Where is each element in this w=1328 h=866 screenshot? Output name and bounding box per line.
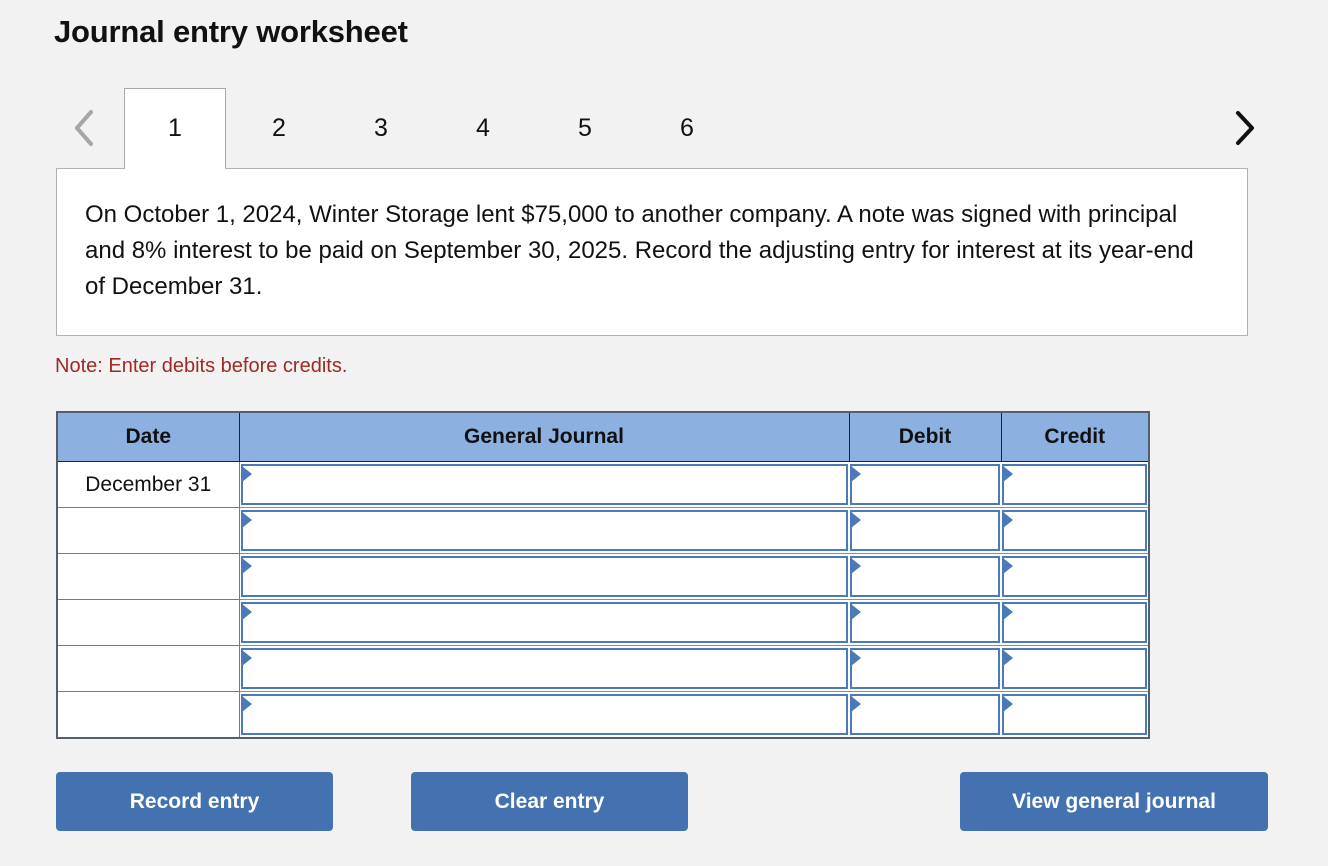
general-journal-input-row-2[interactable] — [240, 510, 848, 551]
debit-input-row-3[interactable] — [850, 556, 1000, 597]
table-row: December 31 — [56, 461, 1149, 508]
debit-input-row-4[interactable] — [850, 602, 1000, 643]
general-journal-input-row-5[interactable] — [240, 648, 848, 689]
credit-cell-row-6[interactable] — [1001, 691, 1149, 739]
credit-input-row-1[interactable] — [1002, 464, 1147, 505]
tab-1-label: 1 — [168, 114, 182, 142]
dropdown-triangle-icon — [241, 512, 252, 528]
debit-input-row-5[interactable] — [850, 648, 1000, 689]
general-journal-cell-row-6[interactable] — [239, 691, 849, 739]
dropdown-triangle-icon — [1003, 512, 1013, 528]
dropdown-triangle-icon — [851, 604, 861, 620]
record-entry-button[interactable]: Record entry — [56, 772, 333, 831]
next-page-button[interactable] — [1222, 88, 1266, 168]
date-cell-row-4[interactable] — [56, 599, 240, 646]
credit-input-row-6[interactable] — [1002, 694, 1147, 735]
dropdown-triangle-icon — [851, 512, 861, 528]
tab-4-label: 4 — [476, 113, 490, 142]
debit-cell-row-5[interactable] — [849, 645, 1001, 692]
date-cell-row-6[interactable] — [56, 691, 240, 739]
tab-2-label: 2 — [272, 113, 286, 142]
dropdown-triangle-icon — [241, 650, 252, 666]
credit-input-row-5[interactable] — [1002, 648, 1147, 689]
previous-page-button[interactable] — [62, 88, 106, 168]
credit-input-row-3[interactable] — [1002, 556, 1147, 597]
table-row — [56, 507, 1149, 554]
debit-cell-row-3[interactable] — [849, 553, 1001, 600]
general-journal-cell-row-3[interactable] — [239, 553, 849, 600]
debits-before-credits-note: Note: Enter debits before credits. — [55, 355, 348, 377]
tab-2[interactable]: 2 — [228, 88, 330, 168]
debit-cell-row-6[interactable] — [849, 691, 1001, 739]
dropdown-triangle-icon — [241, 604, 252, 620]
general-journal-input-row-1[interactable] — [240, 464, 848, 505]
credit-cell-row-3[interactable] — [1001, 553, 1149, 600]
table-header-row: Date General Journal Debit Credit — [56, 411, 1150, 462]
question-text: On October 1, 2024, Winter Storage lent … — [85, 201, 1194, 300]
dropdown-triangle-icon — [1003, 604, 1013, 620]
column-header-date: Date — [56, 411, 240, 462]
date-cell-row-3[interactable] — [56, 553, 240, 600]
general-journal-cell-row-2[interactable] — [239, 507, 849, 554]
table-row — [56, 691, 1149, 739]
tab-1[interactable]: 1 — [124, 88, 226, 169]
general-journal-cell-row-4[interactable] — [239, 599, 849, 646]
general-journal-cell-row-5[interactable] — [239, 645, 849, 692]
table-row — [56, 553, 1149, 600]
journal-entry-worksheet-page: Journal entry worksheet 1 2 3 4 5 6 On O… — [0, 0, 1328, 866]
credit-cell-row-1[interactable] — [1001, 461, 1149, 508]
view-general-journal-button[interactable]: View general journal — [960, 772, 1268, 831]
debit-input-row-6[interactable] — [850, 694, 1000, 735]
date-cell-row-1[interactable]: December 31 — [56, 461, 240, 508]
tab-4[interactable]: 4 — [432, 88, 534, 168]
credit-cell-row-2[interactable] — [1001, 507, 1149, 554]
tab-5-label: 5 — [578, 113, 592, 142]
date-cell-row-5[interactable] — [56, 645, 240, 692]
general-journal-input-row-3[interactable] — [240, 556, 848, 597]
date-cell-row-2[interactable] — [56, 507, 240, 554]
worksheet-tab-strip: 1 2 3 4 5 6 — [54, 88, 1274, 170]
debit-cell-row-2[interactable] — [849, 507, 1001, 554]
tab-6[interactable]: 6 — [636, 88, 738, 168]
column-header-general-journal: General Journal — [238, 411, 850, 462]
chevron-left-icon — [71, 108, 97, 148]
dropdown-triangle-icon — [241, 696, 252, 712]
table-row — [56, 599, 1149, 646]
chevron-right-icon — [1231, 108, 1257, 148]
general-journal-input-row-6[interactable] — [240, 694, 848, 735]
question-panel: On October 1, 2024, Winter Storage lent … — [56, 168, 1248, 336]
dropdown-triangle-icon — [1003, 650, 1013, 666]
tab-6-label: 6 — [680, 113, 694, 142]
tab-3[interactable]: 3 — [330, 88, 432, 168]
clear-entry-button[interactable]: Clear entry — [411, 772, 688, 831]
page-title: Journal entry worksheet — [54, 14, 408, 49]
debit-input-row-1[interactable] — [850, 464, 1000, 505]
credit-cell-row-5[interactable] — [1001, 645, 1149, 692]
tab-5[interactable]: 5 — [534, 88, 636, 168]
column-header-credit: Credit — [1000, 411, 1150, 462]
credit-input-row-2[interactable] — [1002, 510, 1147, 551]
dropdown-triangle-icon — [851, 696, 861, 712]
general-journal-input-row-4[interactable] — [240, 602, 848, 643]
journal-entry-table: Date General Journal Debit Credit Decemb… — [56, 411, 1150, 739]
dropdown-triangle-icon — [1003, 558, 1013, 574]
dropdown-triangle-icon — [851, 466, 861, 482]
tab-3-label: 3 — [374, 113, 388, 142]
dropdown-triangle-icon — [241, 558, 252, 574]
credit-input-row-4[interactable] — [1002, 602, 1147, 643]
dropdown-triangle-icon — [241, 466, 252, 482]
dropdown-triangle-icon — [1003, 466, 1013, 482]
dropdown-triangle-icon — [1003, 696, 1013, 712]
dropdown-triangle-icon — [851, 558, 861, 574]
debit-input-row-2[interactable] — [850, 510, 1000, 551]
credit-cell-row-4[interactable] — [1001, 599, 1149, 646]
debit-cell-row-4[interactable] — [849, 599, 1001, 646]
general-journal-cell-row-1[interactable] — [239, 461, 849, 508]
dropdown-triangle-icon — [851, 650, 861, 666]
table-row — [56, 645, 1149, 692]
column-header-debit: Debit — [848, 411, 1002, 462]
debit-cell-row-1[interactable] — [849, 461, 1001, 508]
